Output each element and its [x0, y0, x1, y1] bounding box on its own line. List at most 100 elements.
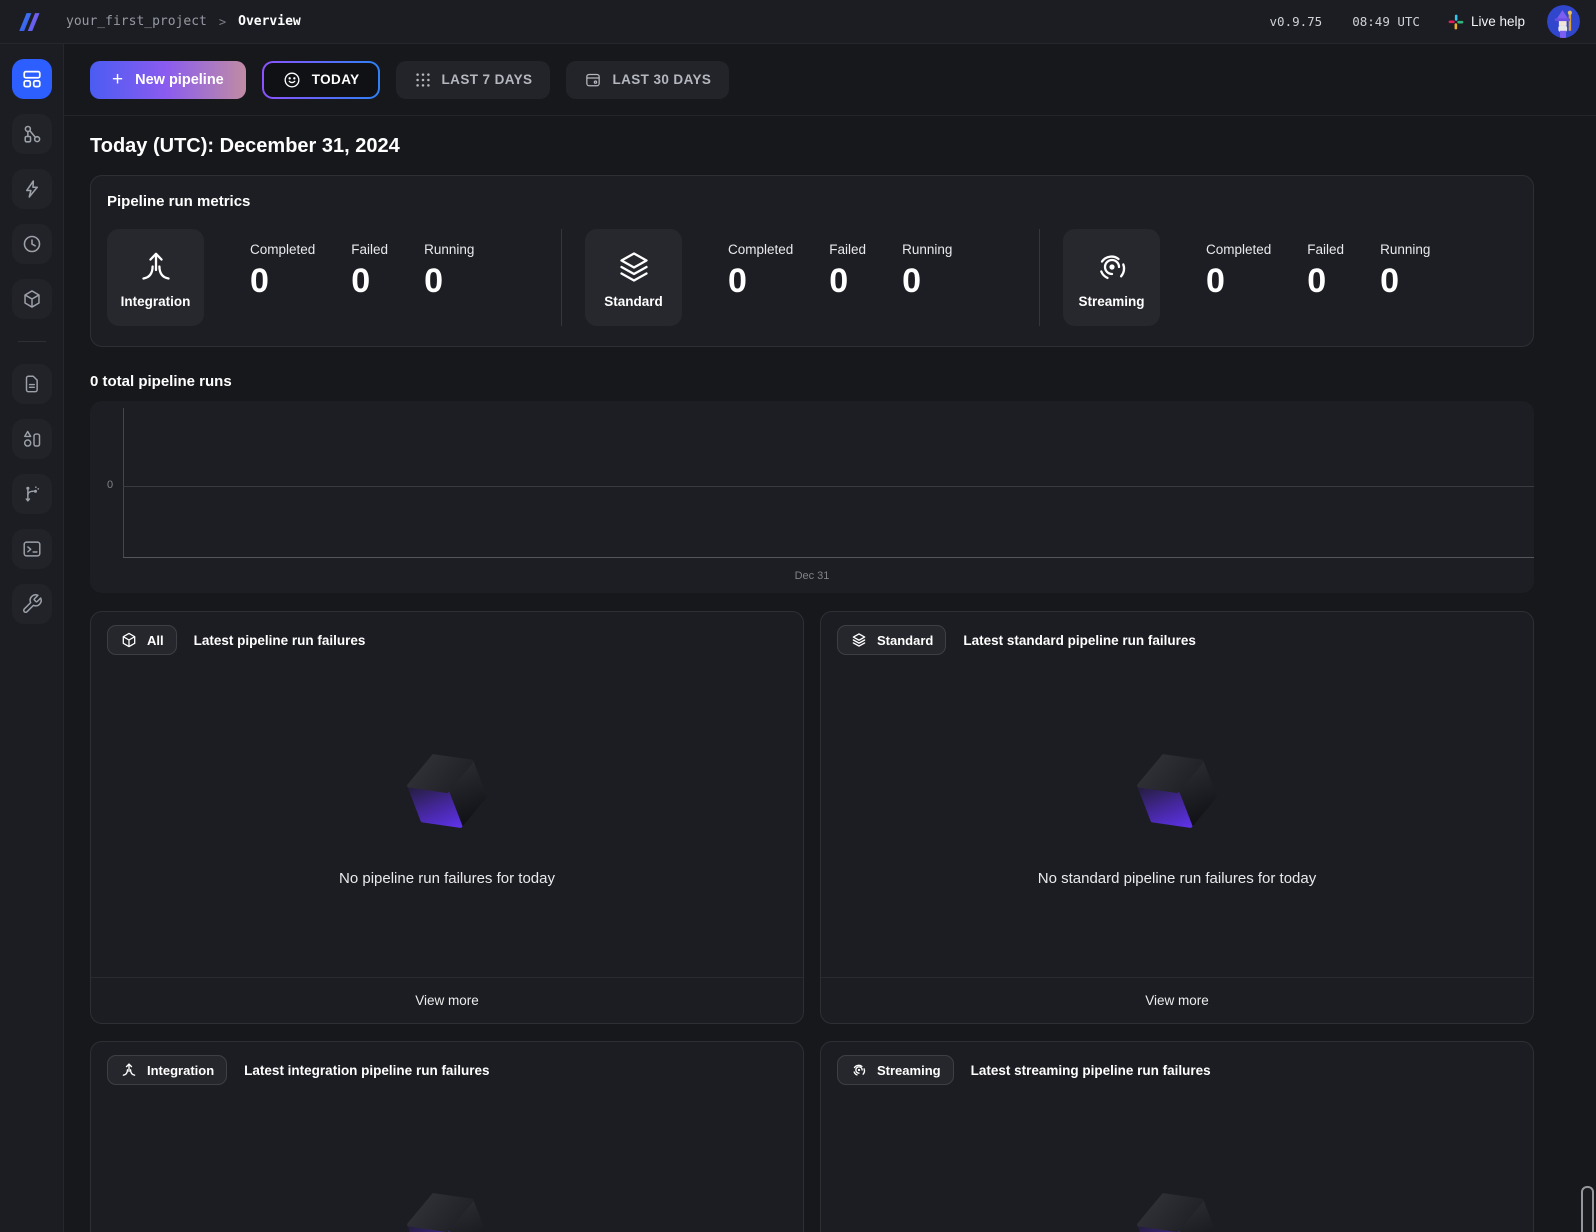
- layers-icon: [850, 631, 868, 649]
- live-help-link[interactable]: Live help: [1448, 14, 1525, 30]
- plus-icon: +: [112, 70, 123, 89]
- card-body: [91, 1098, 803, 1232]
- integration-badge[interactable]: Integration: [107, 1055, 227, 1085]
- main-area: + New pipeline TODAY LAST 7 DAYS: [64, 44, 1596, 1232]
- empty-message: No standard pipeline run failures for to…: [1038, 870, 1317, 887]
- wrench-icon: [21, 593, 43, 615]
- stat-value: 0: [250, 262, 315, 301]
- range-last-7-days-label: LAST 7 DAYS: [442, 72, 533, 87]
- all-badge[interactable]: All: [107, 625, 177, 655]
- stat-value: 0: [424, 262, 474, 301]
- metrics-title: Pipeline run metrics: [107, 193, 1517, 210]
- integration-tile[interactable]: Integration: [107, 229, 204, 326]
- slack-icon: [1448, 14, 1464, 30]
- standard-stats: Completed 0 Failed 0 Running 0: [728, 242, 952, 301]
- card-title: Latest integration pipeline run failures: [244, 1063, 489, 1078]
- stat-failed: Failed 0: [351, 242, 388, 301]
- shapes-icon: [21, 428, 43, 450]
- breadcrumb-page: Overview: [238, 14, 301, 29]
- streaming-tile-label: Streaming: [1078, 294, 1144, 309]
- view-more-button[interactable]: View more: [91, 977, 803, 1023]
- empty-cube-illustration: [388, 734, 506, 852]
- vertical-scrollbar-thumb[interactable]: [1581, 1186, 1594, 1232]
- ripple-icon: [850, 1061, 868, 1079]
- breadcrumb-separator: >: [219, 15, 226, 29]
- sidebar-item-templates[interactable]: [12, 419, 52, 459]
- stat-label: Running: [902, 242, 952, 257]
- card-header: Standard Latest standard pipeline run fa…: [821, 612, 1533, 668]
- clock-icon: [21, 233, 43, 255]
- breadcrumb-project[interactable]: your_first_project: [66, 14, 207, 29]
- layers-icon: [614, 247, 654, 287]
- range-last-30-days-label: LAST 30 DAYS: [612, 72, 711, 87]
- integration-tile-label: Integration: [121, 294, 191, 309]
- range-last-30-days-button[interactable]: LAST 30 DAYS: [566, 61, 729, 99]
- badge-label: All: [147, 633, 164, 648]
- integration-stats: Completed 0 Failed 0 Running 0: [250, 242, 474, 301]
- range-last-7-days-button[interactable]: LAST 7 DAYS: [396, 61, 551, 99]
- sidebar-item-pipelines[interactable]: [12, 114, 52, 154]
- stat-value: 0: [1380, 262, 1430, 301]
- merge-arrows-icon: [136, 247, 176, 287]
- view-more-button[interactable]: View more: [821, 977, 1533, 1023]
- card-header: Integration Latest integration pipeline …: [91, 1042, 803, 1098]
- pipeline-run-metrics-card: Pipeline run metrics Integration: [90, 175, 1534, 347]
- standard-tile-label: Standard: [604, 294, 663, 309]
- top-bar: your_first_project > Overview v0.9.75 08…: [0, 0, 1596, 44]
- range-today-button[interactable]: TODAY: [262, 61, 380, 99]
- sidebar-item-pipeline-runs[interactable]: [12, 224, 52, 264]
- mage-logo-icon[interactable]: [16, 9, 42, 35]
- standard-badge[interactable]: Standard: [837, 625, 946, 655]
- metric-group-streaming: Streaming Completed 0 Failed 0: [1039, 229, 1517, 326]
- failure-cards-grid: All Latest pipeline run failures: [90, 611, 1534, 1232]
- streaming-stats: Completed 0 Failed 0 Running 0: [1206, 242, 1430, 301]
- new-pipeline-button[interactable]: + New pipeline: [90, 61, 246, 99]
- version-label: v0.9.75: [1270, 14, 1323, 29]
- ripple-icon: [1092, 247, 1132, 287]
- sidebar-item-global-data-products[interactable]: [12, 279, 52, 319]
- calendar-icon: [584, 71, 602, 89]
- wizard-avatar-icon: [1547, 5, 1580, 38]
- card-title: Latest streaming pipeline run failures: [971, 1063, 1211, 1078]
- total-runs-heading: 0 total pipeline runs: [90, 373, 1534, 390]
- badge-label: Standard: [877, 633, 933, 648]
- sidebar-item-version-control[interactable]: [12, 474, 52, 514]
- dashboard-icon: [21, 68, 43, 90]
- card-title: Latest pipeline run failures: [194, 633, 366, 648]
- streaming-tile[interactable]: Streaming: [1063, 229, 1160, 326]
- sidebar-item-overview[interactable]: [12, 59, 52, 99]
- card-header: Streaming Latest streaming pipeline run …: [821, 1042, 1533, 1098]
- content-area: Today (UTC): December 31, 2024 Pipeline …: [64, 116, 1596, 1232]
- toolbar: + New pipeline TODAY LAST 7 DAYS: [64, 44, 1596, 116]
- card-header: All Latest pipeline run failures: [91, 612, 803, 668]
- card-body: No pipeline run failures for today: [91, 668, 803, 977]
- range-today-label: TODAY: [312, 72, 360, 87]
- sidebar-item-files[interactable]: [12, 364, 52, 404]
- pipeline-graph-icon: [21, 123, 43, 145]
- lightning-icon: [21, 178, 43, 200]
- pipeline-runs-chart: 0 Dec 31: [90, 401, 1534, 593]
- stat-label: Completed: [250, 242, 315, 257]
- left-sidebar: [0, 44, 64, 1232]
- badge-label: Integration: [147, 1063, 214, 1078]
- cube-wireframe-icon: [21, 288, 43, 310]
- smiley-icon: [282, 70, 302, 90]
- stat-label: Running: [424, 242, 474, 257]
- live-help-label: Live help: [1471, 14, 1525, 29]
- sidebar-item-triggers[interactable]: [12, 169, 52, 209]
- empty-cube-illustration: [1118, 1173, 1236, 1232]
- streaming-badge[interactable]: Streaming: [837, 1055, 954, 1085]
- sidebar-divider: [18, 341, 46, 342]
- file-icon: [21, 373, 43, 395]
- sidebar-item-settings[interactable]: [12, 584, 52, 624]
- stat-label: Failed: [829, 242, 866, 257]
- chart-y-tick: 0: [107, 479, 113, 491]
- failures-card-all: All Latest pipeline run failures: [90, 611, 804, 1024]
- user-avatar[interactable]: [1547, 5, 1580, 38]
- sidebar-item-terminal[interactable]: [12, 529, 52, 569]
- stat-value: 0: [1206, 262, 1271, 301]
- standard-tile[interactable]: Standard: [585, 229, 682, 326]
- stat-value: 0: [902, 262, 952, 301]
- failures-card-integration: Integration Latest integration pipeline …: [90, 1041, 804, 1232]
- badge-label: Streaming: [877, 1063, 941, 1078]
